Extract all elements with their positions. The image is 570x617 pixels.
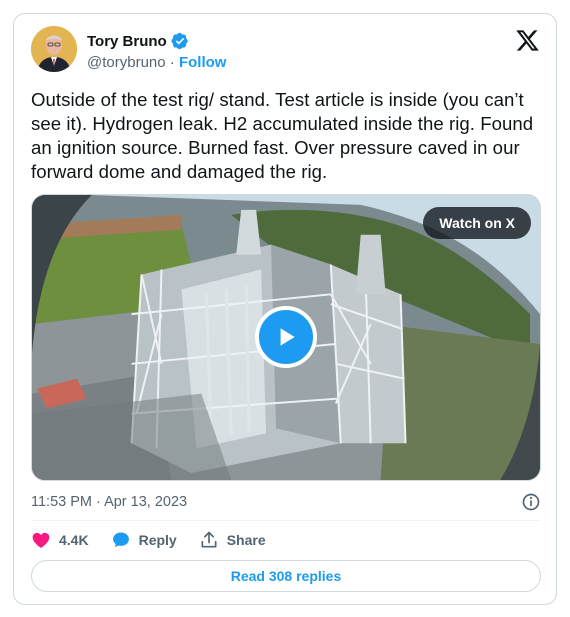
- separator-dot: ·: [165, 54, 179, 71]
- read-replies-button[interactable]: Read 308 replies: [31, 560, 541, 592]
- author-handle-row: @torybruno · Follow: [87, 54, 226, 71]
- video-player[interactable]: Watch on X: [31, 194, 541, 481]
- author-name[interactable]: Tory Bruno: [87, 33, 167, 50]
- play-button[interactable]: [255, 306, 317, 368]
- heart-icon: [32, 532, 50, 548]
- tweet-card: Tory Bruno @torybruno · Follow Outside o…: [13, 13, 557, 605]
- share-upload-icon: [201, 531, 217, 548]
- follow-button[interactable]: Follow: [179, 54, 227, 71]
- reply-button[interactable]: Reply: [111, 530, 177, 550]
- author-handle[interactable]: @torybruno: [87, 54, 166, 71]
- play-icon: [280, 328, 295, 346]
- divider: [31, 520, 541, 521]
- timestamp-link[interactable]: 11:53 PM · Apr 13, 2023: [31, 494, 187, 510]
- tweet-text: Outside of the test rig/ stand. Test art…: [31, 89, 534, 182]
- action-bar: 4.4K Reply Share: [31, 530, 266, 550]
- x-logo-icon[interactable]: [515, 28, 540, 53]
- like-button[interactable]: 4.4K: [31, 530, 89, 550]
- info-icon[interactable]: [521, 492, 541, 512]
- verified-badge-icon: [171, 32, 189, 50]
- speech-bubble-icon: [112, 532, 129, 548]
- like-count: 4.4K: [59, 532, 89, 548]
- share-label: Share: [226, 532, 266, 548]
- share-button[interactable]: Share: [199, 530, 266, 550]
- reply-label: Reply: [138, 532, 177, 548]
- watch-on-x-button[interactable]: Watch on X: [423, 207, 531, 239]
- avatar[interactable]: [31, 26, 77, 72]
- timestamp-row: 11:53 PM · Apr 13, 2023: [31, 492, 541, 512]
- author-name-row: Tory Bruno: [87, 32, 189, 50]
